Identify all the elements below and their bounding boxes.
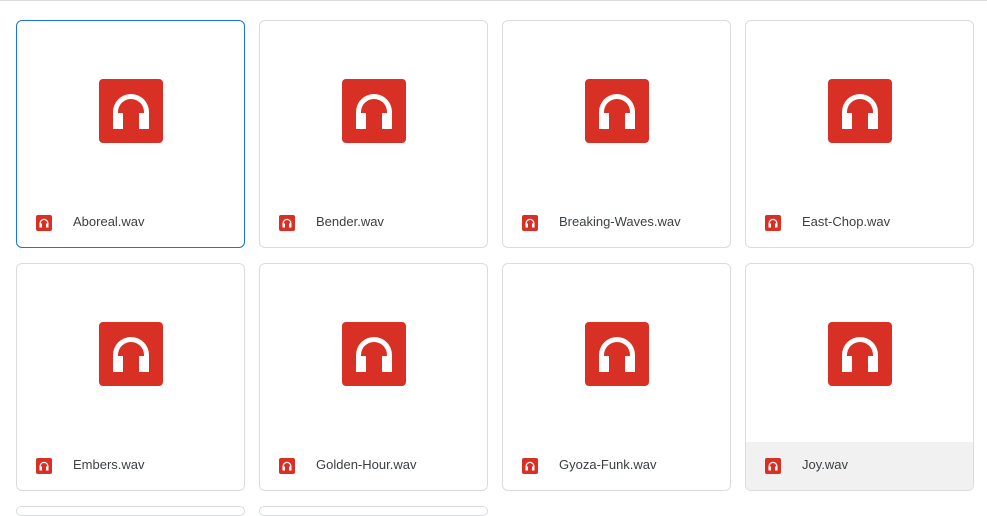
- file-preview: [17, 264, 244, 444]
- file-card-footer: Golden-Hour.wav: [260, 442, 487, 490]
- file-name: Gyoza-Funk.wav: [559, 457, 657, 472]
- top-divider: [0, 0, 987, 1]
- headphones-icon: [522, 215, 538, 231]
- file-name: Bender.wav: [316, 214, 384, 229]
- file-name: East-Chop.wav: [802, 214, 891, 229]
- file-card-footer: Breaking-Waves.wav: [503, 199, 730, 247]
- file-card-footer: Gyoza-Funk.wav: [503, 442, 730, 490]
- headphones-icon: [279, 215, 295, 231]
- headphones-icon: [828, 322, 892, 386]
- file-name: Joy.wav: [802, 457, 848, 472]
- file-card-footer: Joy.wav: [746, 442, 973, 490]
- file-preview: [746, 21, 973, 201]
- file-name: Golden-Hour.wav: [316, 457, 417, 472]
- headphones-icon: [99, 322, 163, 386]
- file-preview: [260, 21, 487, 201]
- headphones-icon: [765, 215, 781, 231]
- file-preview: [746, 264, 973, 444]
- file-card-footer: Bender.wav: [260, 199, 487, 247]
- file-card-footer: East-Chop.wav: [746, 199, 973, 247]
- headphones-icon: [522, 458, 538, 474]
- headphones-icon: [342, 322, 406, 386]
- headphones-icon: [585, 322, 649, 386]
- headphones-icon: [828, 79, 892, 143]
- headphones-icon: [585, 79, 649, 143]
- file-card[interactable]: Aboreal.wav: [16, 20, 245, 248]
- headphones-icon: [36, 458, 52, 474]
- file-card[interactable]: Gyoza-Funk.wav: [502, 263, 731, 491]
- file-card[interactable]: Embers.wav: [16, 263, 245, 491]
- file-card[interactable]: Breaking-Waves.wav: [502, 20, 731, 248]
- file-preview: [503, 21, 730, 201]
- headphones-icon: [279, 458, 295, 474]
- file-card[interactable]: Bender.wav: [259, 20, 488, 248]
- headphones-icon: [342, 79, 406, 143]
- headphones-icon: [36, 215, 52, 231]
- file-name: Breaking-Waves.wav: [559, 214, 681, 229]
- headphones-icon: [99, 79, 163, 143]
- headphones-icon: [765, 458, 781, 474]
- file-card[interactable]: Joy.wav: [745, 263, 974, 491]
- file-grid: Aboreal.wav Bender.wav Breaking-Waves.wa…: [16, 20, 976, 491]
- file-preview: [17, 21, 244, 201]
- file-preview: [503, 264, 730, 444]
- file-card[interactable]: Golden-Hour.wav: [259, 263, 488, 491]
- file-name: Aboreal.wav: [73, 214, 145, 229]
- file-name: Embers.wav: [73, 457, 145, 472]
- file-preview: [260, 264, 487, 444]
- file-card[interactable]: East-Chop.wav: [745, 20, 974, 248]
- file-card-footer: Embers.wav: [17, 442, 244, 490]
- file-card-footer: Aboreal.wav: [17, 199, 244, 247]
